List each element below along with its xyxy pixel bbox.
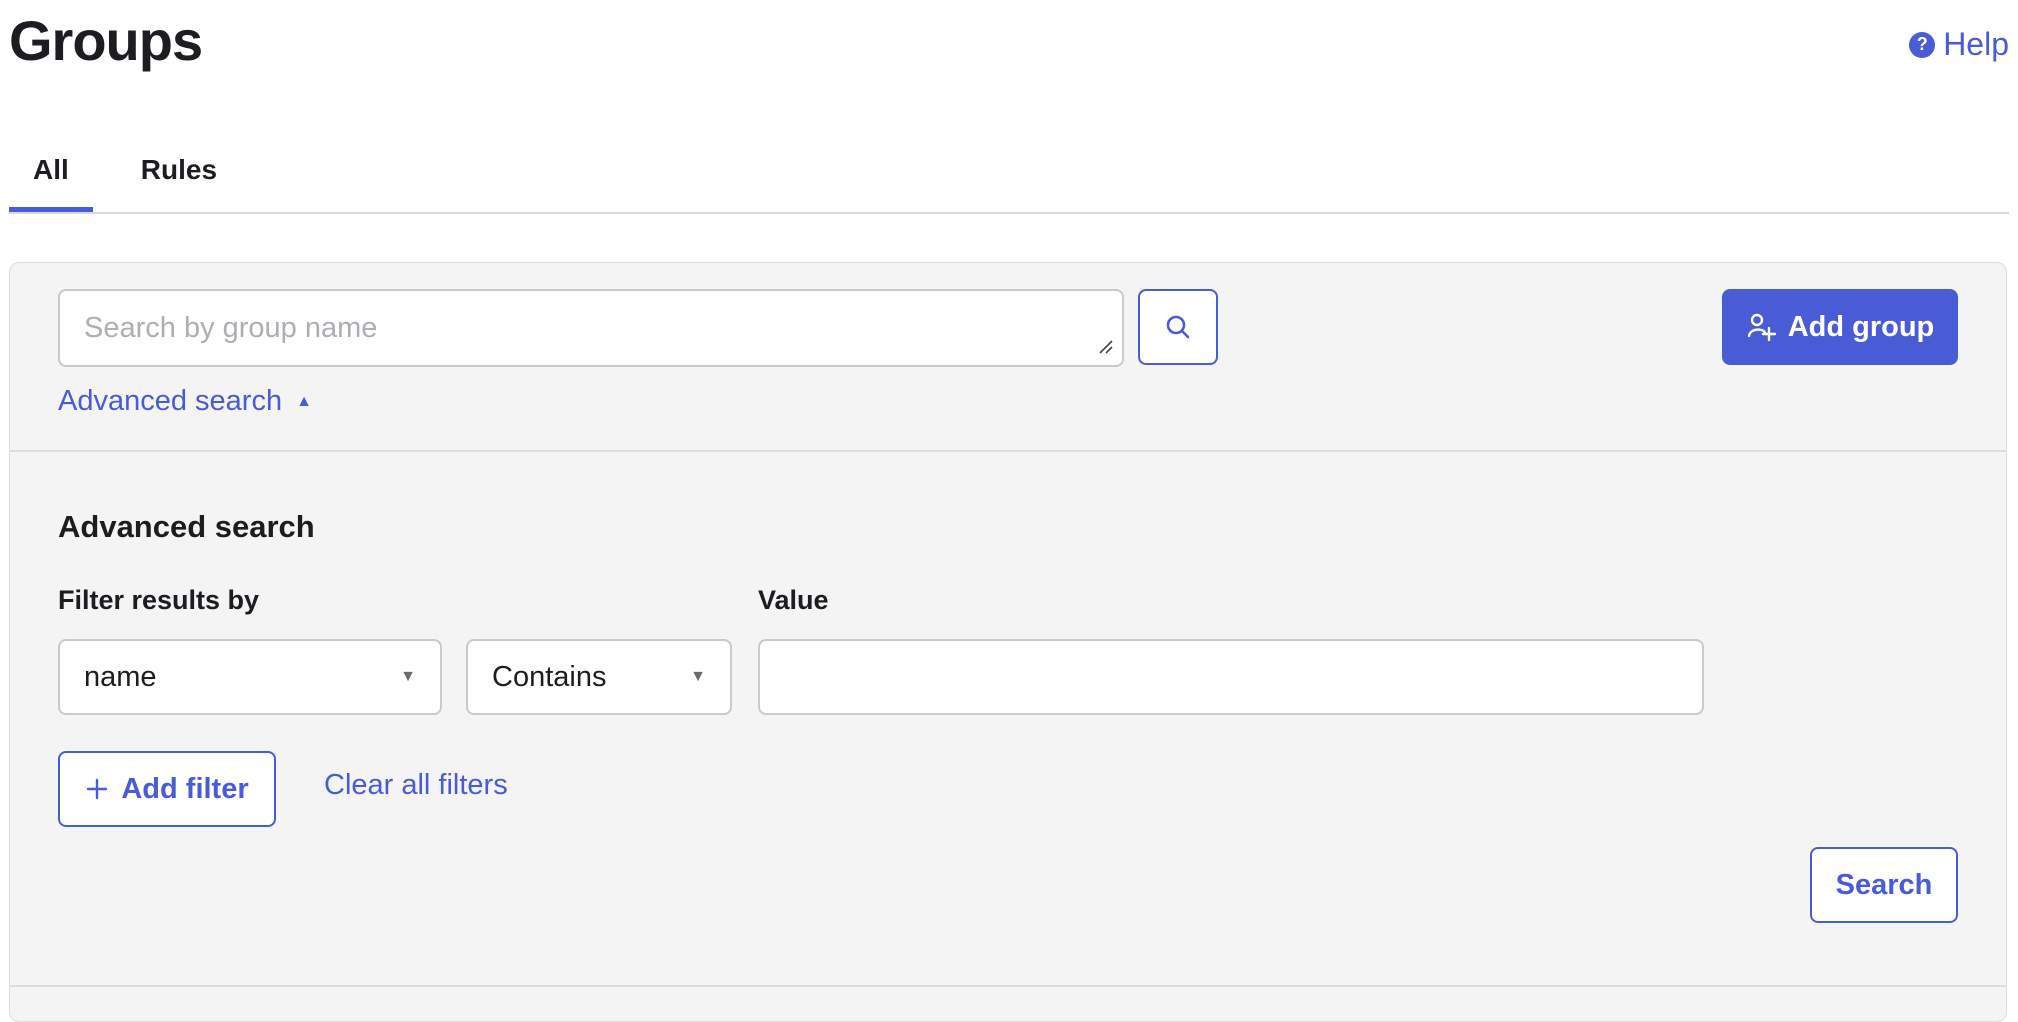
- add-filter-label: Add filter: [121, 772, 249, 805]
- divider: [10, 450, 2006, 452]
- plus-icon: [87, 778, 108, 800]
- filter-operator-select[interactable]: Contains ▼: [466, 639, 732, 715]
- advanced-search-submit-button[interactable]: Search: [1810, 847, 1958, 923]
- add-filter-button[interactable]: Add filter: [58, 751, 276, 827]
- add-group-button[interactable]: Add group: [1722, 289, 1958, 365]
- add-user-icon: [1747, 313, 1776, 342]
- filter-field-value: name: [84, 660, 157, 693]
- chevron-down-icon: ▼: [690, 668, 706, 685]
- filter-field-select[interactable]: name ▼: [58, 639, 442, 715]
- clear-all-filters-link[interactable]: Clear all filters: [324, 769, 508, 802]
- help-link[interactable]: ? Help: [1909, 26, 2009, 63]
- search-icon: [1166, 315, 1190, 339]
- search-panel: Add group Advanced search ▲ Advanced sea…: [9, 262, 2007, 1022]
- help-circle-icon: ?: [1909, 31, 1936, 58]
- tab-all[interactable]: All: [9, 134, 93, 212]
- advanced-search-toggle-label: Advanced search: [58, 385, 283, 417]
- help-label: Help: [1943, 26, 2009, 62]
- tab-rules[interactable]: Rules: [117, 134, 241, 210]
- filter-operator-value: Contains: [492, 660, 607, 693]
- advanced-search-title: Advanced search: [58, 509, 315, 544]
- advanced-search-toggle[interactable]: Advanced search ▲: [58, 385, 312, 418]
- value-label: Value: [758, 585, 829, 615]
- search-button[interactable]: [1138, 289, 1218, 365]
- page-title: Groups: [9, 9, 203, 72]
- chevron-down-icon: ▼: [400, 668, 416, 685]
- divider: [10, 985, 2006, 987]
- caret-up-icon: ▲: [296, 392, 312, 410]
- tab-bar: All Rules: [9, 134, 2009, 214]
- filter-results-label: Filter results by: [58, 585, 260, 615]
- group-search-input[interactable]: [58, 289, 1124, 367]
- filter-value-input[interactable]: [758, 639, 1704, 715]
- add-group-label: Add group: [1787, 310, 1935, 343]
